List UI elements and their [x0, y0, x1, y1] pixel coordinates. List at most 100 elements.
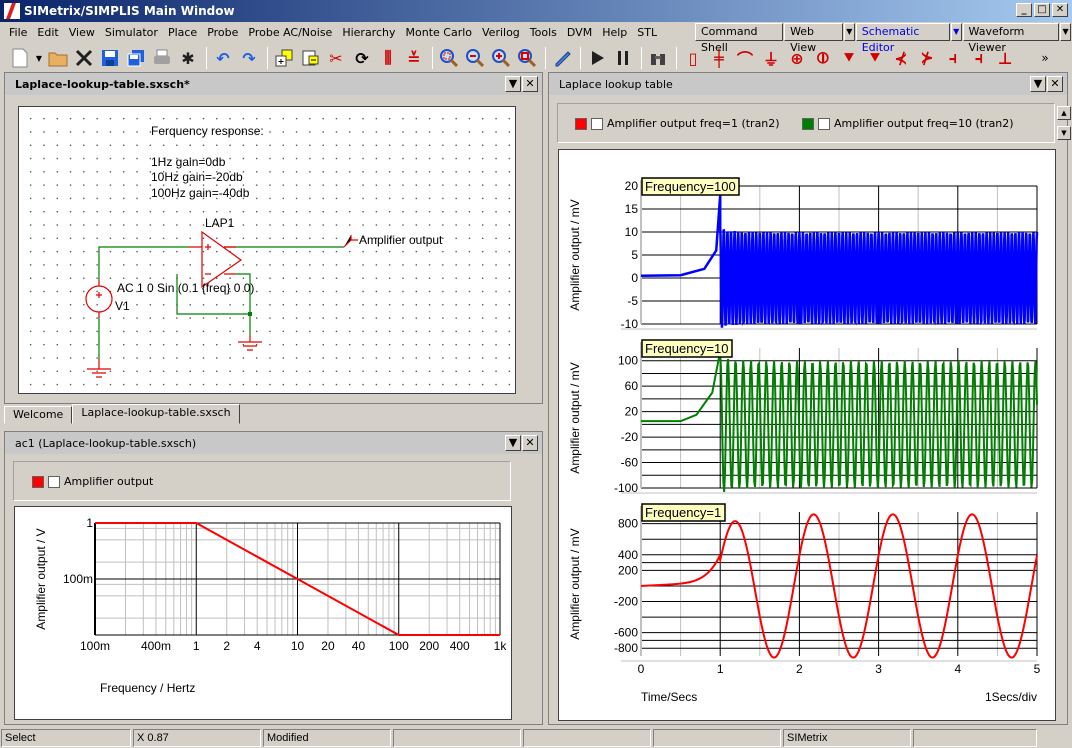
panel-close-button[interactable]: ✕ — [1047, 76, 1063, 92]
x-tick-label: 100 — [389, 639, 409, 653]
menu-monte-carlo[interactable]: Monte Carlo — [401, 26, 478, 39]
pause-icon[interactable] — [611, 46, 635, 70]
menu-probe[interactable]: Probe — [202, 26, 243, 39]
waveform-viewer-dropdown-icon[interactable]: ▼ — [1060, 23, 1071, 41]
schematic-canvas[interactable]: Ferquency response: 1Hz gain=0db 10Hz ga… — [18, 106, 516, 394]
npn-icon[interactable]: ⊀ — [889, 46, 913, 70]
menu-help[interactable]: Help — [597, 26, 632, 39]
mirror-h-icon[interactable]: ⫼ — [376, 46, 400, 70]
pmos-icon[interactable]: ⫞ — [967, 46, 991, 70]
panel-menu-button[interactable]: ▼ — [505, 76, 521, 92]
probe-marker[interactable] — [343, 235, 358, 248]
run-icon[interactable] — [585, 46, 609, 70]
schematic-editor-dropdown-icon[interactable]: ▼ — [950, 23, 962, 41]
zoom-box-icon[interactable] — [437, 46, 461, 70]
inductor-icon[interactable]: ⌒ — [733, 46, 757, 70]
legend-item[interactable]: Amplifier output freq=1 (tran2) — [575, 117, 780, 130]
panel-menu-button[interactable]: ▼ — [505, 435, 521, 451]
capacitor-icon[interactable]: ╪ — [707, 46, 731, 70]
x-tick-label: 200 — [419, 639, 439, 653]
x-tick-label: 2 — [223, 639, 230, 653]
undo-icon[interactable]: ↶ — [211, 46, 235, 70]
legend-checkbox[interactable] — [818, 117, 830, 130]
command-shell-button[interactable]: Command Shell — [695, 23, 784, 54]
web-view-button[interactable]: Web View — [784, 23, 843, 54]
find-icon[interactable] — [646, 46, 670, 70]
jfet-icon[interactable]: ⊥ — [993, 46, 1017, 70]
save-all-icon[interactable] — [124, 46, 148, 70]
mirror-v-icon[interactable]: ≚ — [402, 46, 426, 70]
window-title: SIMetrix/SIMPLIS Main Window — [24, 4, 235, 18]
y-tick-label: -60 — [621, 456, 639, 470]
wires[interactable] — [98, 246, 344, 359]
schematic-editor-button[interactable]: Schematic Editor — [855, 23, 950, 54]
settings-icon[interactable]: ✱ — [176, 46, 200, 70]
web-view-dropdown-icon[interactable]: ▼ — [843, 23, 855, 41]
menu-tools[interactable]: Tools — [525, 26, 562, 39]
source-ref-label: V1 — [115, 299, 130, 313]
menu-verilog[interactable]: Verilog — [477, 26, 525, 39]
resistor-icon[interactable]: ▯ — [681, 46, 705, 70]
panel-menu-button[interactable]: ▼ — [1030, 76, 1046, 92]
legend-checkbox[interactable] — [48, 475, 60, 488]
voltage-source[interactable] — [85, 280, 113, 318]
frequency-label-text: Frequency=10 — [645, 341, 728, 356]
cut-wire-icon[interactable]: ✂ — [324, 46, 348, 70]
menu-simulator[interactable]: Simulator — [100, 26, 163, 39]
legend-checkbox[interactable] — [591, 117, 603, 130]
legend-scrollbar[interactable]: ▲ ▼ — [1057, 106, 1071, 142]
x-tick-label: 4 — [254, 639, 261, 653]
pnp-icon[interactable]: ⊁ — [915, 46, 939, 70]
zoom-out-icon[interactable] — [463, 46, 487, 70]
frequency-label-1: Frequency=100 — [641, 177, 740, 196]
zoom-fit-icon[interactable] — [515, 46, 539, 70]
scroll-up-button[interactable]: ▲ — [1057, 106, 1071, 120]
legend-label: Amplifier output — [64, 475, 154, 488]
nmos-icon[interactable]: ⫞ — [941, 46, 965, 70]
maximize-button[interactable]: □ — [1034, 3, 1050, 17]
current-source-icon[interactable]: ⦶ — [811, 46, 835, 70]
tab-laplace-schematic[interactable]: Laplace-lookup-table.sxsch — [72, 404, 240, 424]
transient-plot-area[interactable]: 20 15 10 5 0 -5 -10 Amplifier output / mV Freque… — [558, 149, 1056, 721]
open-icon[interactable] — [46, 46, 70, 70]
laplace-block[interactable] — [189, 230, 243, 289]
zener-icon[interactable]: ⯆ — [863, 46, 887, 70]
menu-view[interactable]: View — [64, 26, 100, 39]
menu-stl[interactable]: STL — [632, 26, 662, 39]
place-hierarchy-icon[interactable] — [272, 46, 296, 70]
ac-plot-area[interactable]: 100m 400m 1 2 4 10 20 40 100 200 400 1k 1 100m Frequen… — [14, 506, 512, 720]
voltage-source-icon[interactable]: ⊕ — [785, 46, 809, 70]
menu-hierarchy[interactable]: Hierarchy — [337, 26, 400, 39]
close-window-button[interactable]: ✕ — [1052, 3, 1068, 17]
menu-dvm[interactable]: DVM — [562, 26, 597, 39]
menu-edit[interactable]: Edit — [32, 26, 63, 39]
scroll-down-button[interactable]: ▼ — [1057, 126, 1071, 140]
new-icon[interactable] — [8, 46, 32, 70]
close-icon[interactable] — [72, 46, 96, 70]
menu-place[interactable]: Place — [163, 26, 202, 39]
menu-file[interactable]: File — [4, 26, 32, 39]
diode-icon[interactable]: ⯆ — [837, 46, 861, 70]
minimize-button[interactable]: _ — [1016, 3, 1032, 17]
legend-item[interactable]: Amplifier output — [32, 475, 153, 488]
place-port-icon[interactable] — [298, 46, 322, 70]
waveform-viewer-button[interactable]: Waveform Viewer — [962, 23, 1060, 54]
y-tick-label: -200 — [614, 595, 638, 609]
ground-icon[interactable]: ⏚ — [759, 46, 783, 70]
new-dropdown-icon[interactable]: ▼ — [34, 46, 44, 70]
tab-welcome[interactable]: Welcome — [4, 406, 73, 424]
menu-probe-ac-noise[interactable]: Probe AC/Noise — [243, 26, 337, 39]
panel-close-button[interactable]: ✕ — [522, 435, 538, 451]
toolbar-more-icon[interactable]: » — [1033, 46, 1057, 70]
legend-item[interactable]: Amplifier output freq=10 (tran2) — [802, 117, 1014, 130]
rotate-icon[interactable]: ⟳ — [350, 46, 374, 70]
edit-pencil-icon[interactable] — [550, 46, 574, 70]
frequency-label-2: Frequency=10 — [641, 339, 733, 358]
y-tick-label: -800 — [614, 641, 638, 655]
print-icon[interactable] — [150, 46, 174, 70]
panel-close-button[interactable]: ✕ — [522, 76, 538, 92]
save-icon[interactable] — [98, 46, 122, 70]
redo-icon[interactable]: ↷ — [237, 46, 261, 70]
x-tick-label: 1 — [717, 662, 724, 676]
zoom-in-icon[interactable] — [489, 46, 513, 70]
